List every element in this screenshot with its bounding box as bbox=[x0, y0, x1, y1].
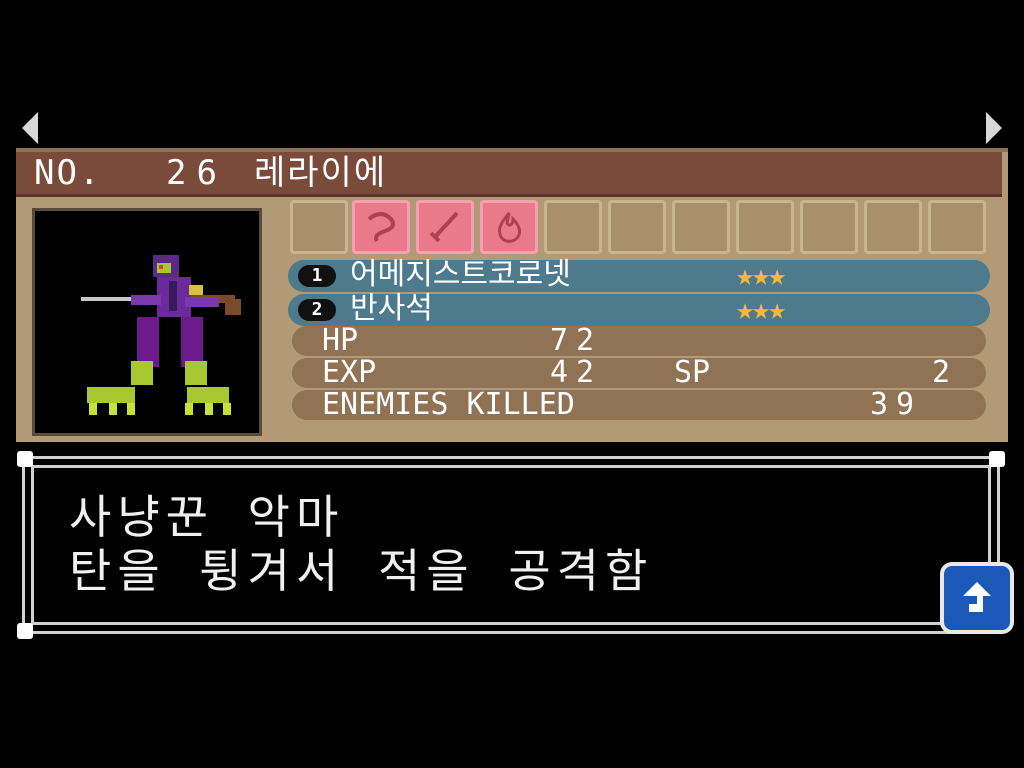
sword-icon bbox=[429, 211, 459, 243]
ability-slot-empty bbox=[928, 200, 986, 254]
ability-slot-empty bbox=[864, 200, 922, 254]
drop-item-2: 2 반사석 ★★★ bbox=[288, 294, 990, 326]
drop-rarity-stars-1: ★★★ bbox=[736, 258, 786, 293]
ability-slot-empty bbox=[544, 200, 602, 254]
kills-row: ENEMIES KILLED 39 bbox=[292, 390, 986, 420]
ability-slot-empty bbox=[672, 200, 730, 254]
drop-name-1: 어메지스트코로넷 bbox=[350, 257, 571, 292]
exp-row: EXP 42 SP 2 bbox=[292, 358, 986, 388]
fire-icon bbox=[497, 212, 521, 243]
hp-row: HP 72 bbox=[292, 326, 986, 356]
frame-corner bbox=[17, 623, 33, 639]
description-box: 사냥꾼 악마 탄을 튕겨서 적을 공격함 bbox=[17, 451, 1005, 639]
number-label: NO. bbox=[34, 153, 102, 193]
frame-corner bbox=[17, 451, 33, 467]
whip-icon bbox=[367, 212, 395, 243]
exp-label: EXP bbox=[322, 355, 377, 390]
enemy-name: 레라이에 bbox=[254, 153, 388, 193]
enemy-number: 26 bbox=[166, 153, 227, 193]
sp-value: 2 bbox=[932, 355, 951, 390]
drop-name-2: 반사석 bbox=[350, 291, 433, 326]
prev-page-arrow[interactable] bbox=[22, 112, 38, 144]
next-page-arrow[interactable] bbox=[986, 112, 1002, 144]
kills-value: 39 bbox=[870, 387, 923, 422]
ability-slot-empty bbox=[608, 200, 666, 254]
ability-slot-fire bbox=[480, 200, 538, 254]
up-arrow-icon bbox=[963, 582, 991, 612]
ability-slot-whip bbox=[352, 200, 410, 254]
ability-slot-empty bbox=[736, 200, 794, 254]
frame-corner bbox=[989, 451, 1005, 467]
drop-badge-1: 1 bbox=[298, 265, 336, 287]
hp-value: 72 bbox=[550, 323, 603, 358]
drop-item-1: 1 어메지스트코로넷 ★★★ bbox=[288, 260, 990, 292]
ability-slot-sword bbox=[416, 200, 474, 254]
drop-rarity-stars-2: ★★★ bbox=[736, 292, 786, 327]
exp-value: 42 bbox=[550, 355, 603, 390]
ability-slot-empty bbox=[800, 200, 858, 254]
description-line-2: 탄을 튕겨서 적을 공격함 bbox=[69, 544, 654, 598]
enemy-portrait bbox=[32, 208, 262, 436]
sp-label: SP bbox=[674, 355, 711, 390]
kills-label: ENEMIES KILLED bbox=[322, 387, 575, 422]
enemy-title-bar: NO. 26 레라이에 bbox=[16, 152, 1002, 197]
ability-slot-empty bbox=[290, 200, 348, 254]
enemy-info-panel: NO. 26 레라이에 1 어메지스트코로넷 ★★★ 2 반사석 ★★★ HP … bbox=[16, 148, 1008, 442]
next-button[interactable] bbox=[940, 562, 1014, 634]
drop-badge-2: 2 bbox=[298, 299, 336, 321]
hunter-demon-portrait-icon bbox=[81, 255, 241, 415]
hp-label: HP bbox=[322, 323, 359, 358]
